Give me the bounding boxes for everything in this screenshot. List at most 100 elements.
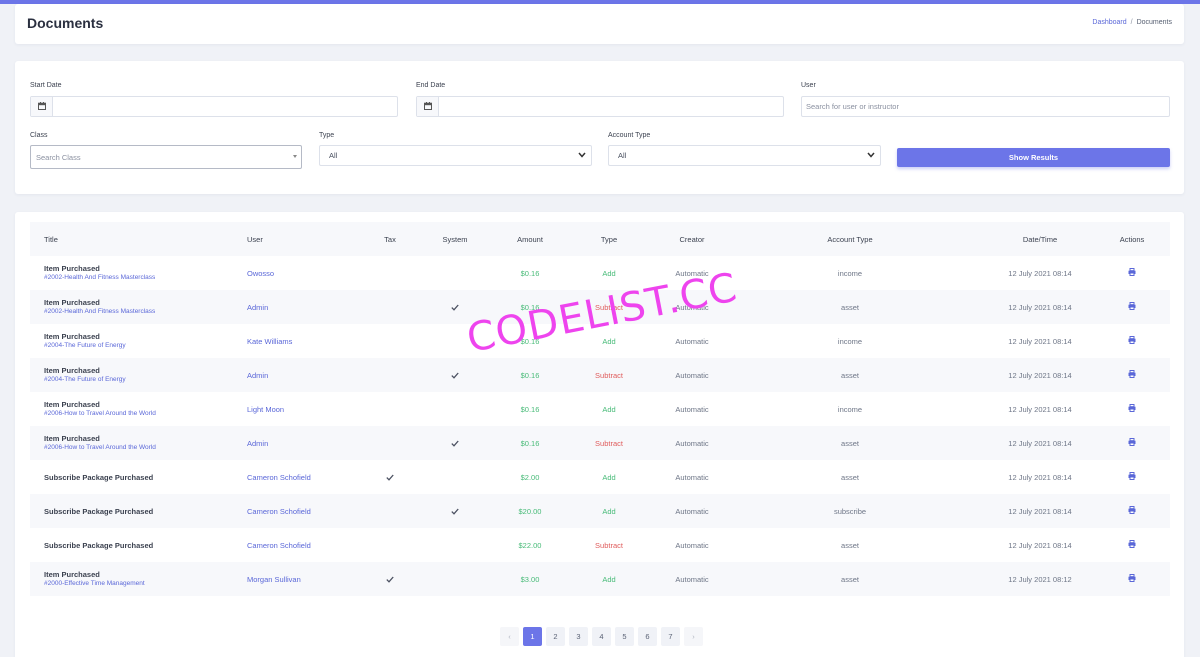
check-icon [451,508,459,515]
user-link[interactable]: Admin [247,303,268,312]
pagination-next-button[interactable]: › [684,627,703,646]
user-search-input[interactable]: Search for user or instructor [801,96,1170,117]
cell-datetime: 12 July 2021 08:14 [1008,302,1072,312]
cell-creator: Automatic [675,506,709,516]
print-button[interactable] [1128,302,1136,312]
cell-creator: Automatic [675,438,709,448]
document-title: Item Purchased [44,570,100,579]
type-value: Add [602,404,616,414]
calendar-icon [38,102,46,110]
document-item-link[interactable]: #2004-The Future of Energy [44,341,126,350]
cell-creator: Automatic [675,336,709,346]
table-row: Subscribe Package Purchased Cameron Schof… [30,460,1170,494]
breadcrumb-separator: / [1130,19,1133,26]
cell-tax [370,460,410,494]
column-header-title: Title [44,234,58,244]
page-title: Documents [27,15,104,31]
cell-amount: $0.16 [500,256,560,290]
cell-tax [370,528,410,562]
breadcrumb-dashboard-link[interactable]: Dashboard [1092,19,1126,26]
document-item-link[interactable]: #2004-The Future of Energy [44,375,126,384]
pagination-page-4[interactable]: 4 [592,627,611,646]
user-link[interactable]: Morgan Sullivan [247,575,301,584]
show-results-button[interactable]: Show Results [897,148,1170,167]
cell-datetime: 12 July 2021 08:14 [1008,336,1072,346]
type-label: Type [319,132,335,139]
print-button[interactable] [1128,574,1136,584]
document-title: Item Purchased [44,434,100,443]
print-button[interactable] [1128,404,1136,414]
class-label: Class [30,132,48,139]
cell-user: Cameron Schofield [247,460,311,494]
user-link[interactable]: Owosso [247,269,274,278]
check-icon [451,440,459,447]
cell-user: Admin [247,290,268,324]
document-item-link[interactable]: #2000-Effective Time Management [44,579,145,588]
user-link[interactable]: Admin [247,439,268,448]
user-link[interactable]: Light Moon [247,405,284,414]
print-icon [1128,404,1136,412]
cell-creator: Automatic [675,370,709,380]
start-date-field[interactable] [30,96,398,117]
cell-type: Subtract [579,426,639,460]
account-type-label: Account Type [608,132,651,139]
column-header-actions: Actions [1119,234,1145,244]
print-button[interactable] [1128,472,1136,482]
user-link[interactable]: Cameron Schofield [247,473,311,482]
class-search-select[interactable]: Search Class [30,145,302,169]
document-item-link[interactable]: #2002-Health And Fitness Masterclass [44,307,155,316]
cell-amount: $3.00 [500,562,560,596]
start-date-addon[interactable] [31,97,53,116]
pagination-page-3[interactable]: 3 [569,627,588,646]
print-button[interactable] [1128,370,1136,380]
print-button[interactable] [1128,336,1136,346]
pagination-prev-button[interactable]: ‹ [500,627,519,646]
cell-account-type: asset [841,438,859,448]
cell-amount: $0.16 [500,426,560,460]
cell-user: Cameron Schofield [247,494,311,528]
type-value: Subtract [595,540,623,550]
cell-tax [370,426,410,460]
document-item-link[interactable]: #2002-Health And Fitness Masterclass [44,273,155,282]
document-item-link[interactable]: #2006-How to Travel Around the World [44,443,156,452]
pagination-page-2[interactable]: 2 [546,627,565,646]
print-button[interactable] [1128,268,1136,278]
pagination-page-5[interactable]: 5 [615,627,634,646]
print-button[interactable] [1128,438,1136,448]
cell-account-type: asset [841,574,859,584]
document-item-link[interactable]: #2006-How to Travel Around the World [44,409,156,418]
pagination-page-1[interactable]: 1 [523,627,542,646]
cell-actions [1107,290,1157,324]
table-row: Item Purchased #2002-Health And Fitness M… [30,256,1170,290]
cell-amount: $0.16 [500,358,560,392]
cell-user: Kate Williams [247,324,292,358]
cell-user: Admin [247,426,268,460]
calendar-icon [424,102,432,110]
amount-value: $2.00 [520,472,540,482]
type-select[interactable]: All [319,145,592,166]
check-icon [386,474,394,481]
print-icon [1128,336,1136,344]
cell-system [425,358,485,392]
end-date-addon[interactable] [417,97,439,116]
cell-title: Subscribe Package Purchased [44,494,153,528]
amount-value: $3.00 [520,574,540,584]
user-search-placeholder: Search for user or instructor [806,102,899,111]
user-link[interactable]: Kate Williams [247,337,292,346]
end-date-field[interactable] [416,96,784,117]
print-button[interactable] [1128,506,1136,516]
cell-tax [370,290,410,324]
print-button[interactable] [1128,540,1136,550]
class-search-placeholder: Search Class [36,153,81,162]
filter-panel: Start Date End Date User Search for user… [15,61,1184,194]
breadcrumb-current: Documents [1136,19,1172,26]
pagination-page-7[interactable]: 7 [661,627,680,646]
end-date-label: End Date [416,82,446,89]
user-link[interactable]: Admin [247,371,268,380]
column-header-creator: Creator [679,234,705,244]
account-type-select[interactable]: All [608,145,881,166]
cell-tax [370,358,410,392]
user-link[interactable]: Cameron Schofield [247,541,311,550]
user-link[interactable]: Cameron Schofield [247,507,311,516]
pagination-page-6[interactable]: 6 [638,627,657,646]
